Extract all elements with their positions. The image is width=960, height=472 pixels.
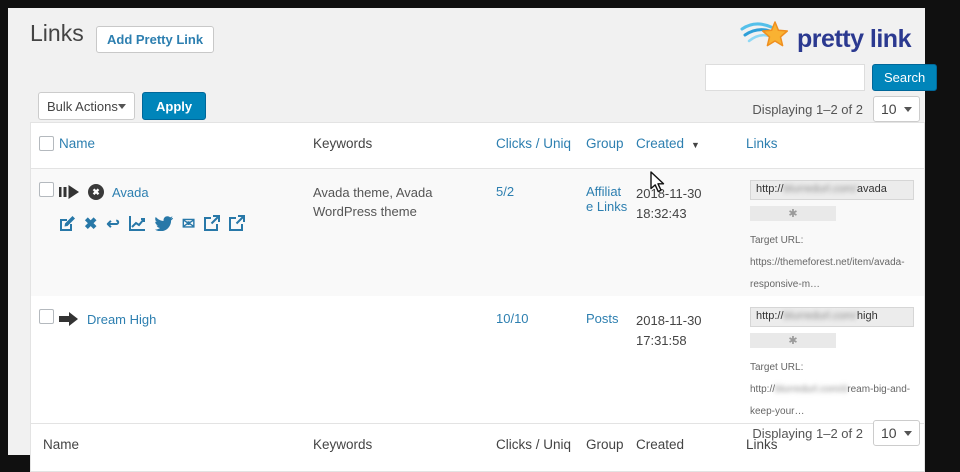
apply-button[interactable]: Apply bbox=[142, 92, 206, 120]
chevron-down-icon bbox=[118, 104, 126, 109]
pretty-url-field[interactable]: http://blurredurl.com/high bbox=[750, 307, 914, 327]
chevron-down-icon bbox=[904, 107, 912, 112]
column-header-name[interactable]: Name bbox=[59, 123, 313, 168]
reset-icon[interactable]: ↩ bbox=[106, 217, 119, 233]
per-page-select[interactable]: 10 bbox=[873, 96, 920, 122]
pagination-top: Displaying 1–2 of 2 10 bbox=[752, 96, 920, 122]
column-header-clicks[interactable]: Clicks / Uniq bbox=[496, 123, 586, 168]
clicks-link[interactable]: 10/10 bbox=[496, 311, 529, 326]
keywords-cell: Avada theme, Avada WordPress theme bbox=[313, 169, 496, 296]
add-pretty-link-button[interactable]: Add Pretty Link bbox=[96, 26, 214, 53]
target-url-text: Target URL: https://themeforest.net/item… bbox=[750, 230, 926, 296]
redirect-bars-arrow-icon bbox=[59, 184, 80, 200]
table-header-row: Name Keywords Clicks / Uniq Group Create… bbox=[31, 123, 924, 169]
logo-wordmark: pretty link bbox=[797, 25, 911, 54]
edit-icon[interactable] bbox=[59, 215, 75, 235]
pretty-link-admin-panel: Links Add Pretty Link pretty link Search… bbox=[8, 8, 925, 455]
displaying-count: Displaying 1–2 of 2 bbox=[752, 102, 863, 117]
delete-icon[interactable]: ✖ bbox=[84, 217, 97, 233]
column-header-created[interactable]: Created▼ bbox=[636, 123, 746, 168]
displaying-count: Displaying 1–2 of 2 bbox=[752, 426, 863, 441]
copy-tools-pill[interactable]: ✱ bbox=[750, 333, 836, 348]
link-name[interactable]: Dream High bbox=[87, 312, 156, 327]
target-url-text: Target URL: http://blurredurl.com/dream-… bbox=[750, 357, 926, 423]
asterisk-icon: ✱ bbox=[788, 207, 797, 220]
chevron-down-icon bbox=[904, 431, 912, 436]
row-checkbox[interactable] bbox=[39, 309, 54, 324]
column-header-group[interactable]: Group bbox=[586, 123, 636, 168]
group-link[interactable]: Posts bbox=[586, 311, 619, 326]
column-header-links[interactable]: Links bbox=[746, 123, 924, 168]
pagination-bottom: Displaying 1–2 of 2 10 bbox=[752, 420, 920, 446]
bulk-actions-select[interactable]: Bulk Actions bbox=[38, 92, 135, 120]
stats-icon[interactable] bbox=[129, 215, 146, 235]
twitter-icon[interactable] bbox=[155, 216, 173, 235]
redacted-url-segment: blurredurl.com/ bbox=[784, 310, 857, 322]
row-checkbox[interactable] bbox=[39, 182, 54, 197]
pretty-url-field[interactable]: http://blurredurl.com/avada bbox=[750, 180, 914, 200]
search-button[interactable]: Search bbox=[872, 64, 937, 91]
column-header-keywords: Keywords bbox=[313, 123, 496, 168]
group-link[interactable]: Affiliate Links bbox=[586, 184, 627, 214]
redirect-arrow-icon bbox=[59, 311, 79, 327]
created-cell: 2018-11-3018:32:43 bbox=[636, 169, 746, 296]
shooting-star-icon bbox=[740, 18, 792, 61]
select-all-checkbox[interactable] bbox=[39, 136, 54, 151]
nofollow-circle-x-icon: ✖ bbox=[88, 184, 104, 200]
links-cell: http://blurredurl.com/avada ✱ Target URL… bbox=[746, 169, 936, 296]
asterisk-icon: ✱ bbox=[788, 334, 797, 347]
table-row: Dream High 10/10 Posts 2018-11-3017:31:5… bbox=[31, 296, 924, 423]
footer-header-keywords: Keywords bbox=[313, 424, 496, 471]
search-input[interactable] bbox=[705, 64, 865, 91]
email-icon[interactable]: ✉ bbox=[182, 217, 195, 233]
per-page-value: 10 bbox=[881, 425, 897, 441]
copy-tools-pill[interactable]: ✱ bbox=[750, 206, 836, 221]
clicks-link[interactable]: 5/2 bbox=[496, 184, 514, 199]
external-target-icon[interactable] bbox=[229, 215, 245, 235]
per-page-select[interactable]: 10 bbox=[873, 420, 920, 446]
external-link-icon[interactable] bbox=[204, 215, 220, 235]
keywords-cell bbox=[313, 296, 496, 423]
pretty-link-logo: pretty link bbox=[740, 18, 911, 61]
per-page-value: 10 bbox=[881, 101, 897, 117]
created-cell: 2018-11-3017:31:58 bbox=[636, 296, 746, 423]
table-row: ✖ Avada ✖ ↩ ✉ bbox=[31, 169, 924, 296]
redacted-url-segment: blurredurl.com/ bbox=[784, 183, 857, 195]
footer-header-clicks: Clicks / Uniq bbox=[496, 424, 586, 471]
footer-header-name: Name bbox=[31, 424, 313, 471]
footer-header-created: Created bbox=[636, 424, 746, 471]
sort-desc-icon: ▼ bbox=[691, 140, 700, 150]
link-name[interactable]: Avada bbox=[112, 185, 149, 200]
row-actions: ✖ ↩ ✉ bbox=[59, 215, 313, 235]
page-title: Links bbox=[30, 20, 84, 47]
footer-header-group: Group bbox=[586, 424, 636, 471]
links-cell: http://blurredurl.com/high ✱ Target URL:… bbox=[746, 296, 936, 423]
bulk-actions-label: Bulk Actions bbox=[47, 99, 118, 114]
